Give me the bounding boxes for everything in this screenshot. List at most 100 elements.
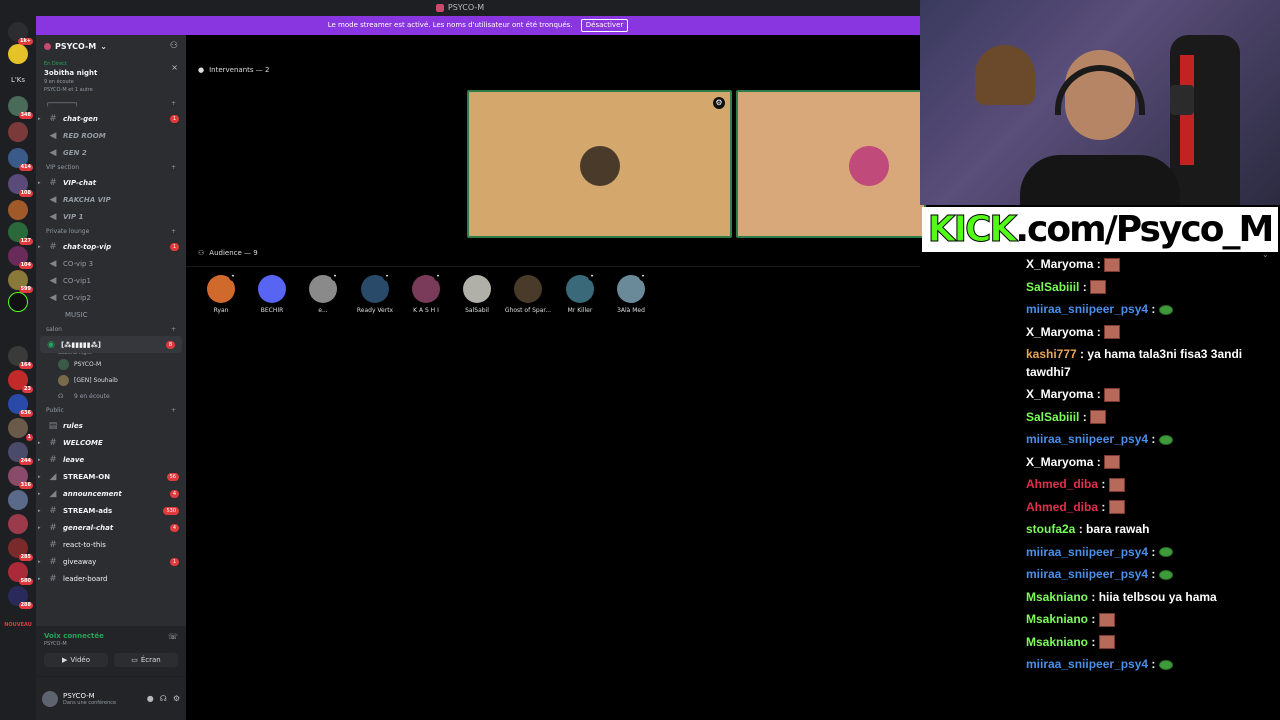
server-icon[interactable]	[8, 122, 28, 142]
server-icon[interactable]: 636	[8, 394, 33, 417]
server-icon[interactable]: 348	[8, 96, 33, 119]
live-stage-card[interactable]: En Direct 3obitha night 9 en écoute PSYC…	[36, 57, 186, 97]
chat-username[interactable]: miiraa_sniipeer_psy4	[1026, 657, 1148, 671]
audience-member[interactable]: • Ryan	[196, 273, 246, 314]
kick-server-icon[interactable]	[8, 292, 28, 312]
chat-username[interactable]: stoufa2a	[1026, 522, 1075, 536]
channel-leave[interactable]: ▸ # leave	[36, 451, 186, 468]
headphones-icon[interactable]: ☊	[160, 694, 167, 703]
audience-member[interactable]: • e...	[298, 273, 348, 314]
channel-co-vip3[interactable]: ◀ CO-vip 3	[36, 255, 186, 272]
channel-red-room[interactable]: ◀ RED ROOM	[36, 127, 186, 144]
disable-streamer-mode-button[interactable]: Désactiver	[580, 19, 629, 32]
category-header[interactable]: salon +	[36, 323, 186, 336]
speaker-tile[interactable]	[736, 90, 926, 238]
chat-username[interactable]: SalSabiiil	[1026, 280, 1079, 294]
close-icon[interactable]: ×	[171, 63, 178, 72]
emote-icon	[1104, 455, 1121, 470]
server-logo-icon	[44, 42, 51, 50]
video-button[interactable]: ▶ Vidéo	[44, 653, 108, 667]
audience-member[interactable]: • 3Alà Med	[606, 273, 656, 314]
chat-username[interactable]: miiraa_sniipeer_psy4	[1026, 432, 1148, 446]
server-icon[interactable]: 104	[8, 246, 33, 269]
speaker-tile[interactable]: ⚙	[467, 90, 732, 238]
avatar[interactable]	[42, 690, 58, 707]
chat-username[interactable]: Ahmed_diba	[1026, 477, 1098, 491]
category-header[interactable]: Public +	[36, 404, 186, 417]
settings-icon[interactable]: ⚙	[713, 97, 725, 109]
audience-member[interactable]: Ghost of Spar...	[503, 275, 553, 314]
disconnect-icon[interactable]: ☏	[168, 632, 178, 647]
chat-username[interactable]: miiraa_sniipeer_psy4	[1026, 545, 1148, 559]
screen-share-button[interactable]: ▭ Écran	[114, 653, 178, 667]
server-icon[interactable]: 316	[8, 466, 33, 489]
category-name: Private lounge	[46, 228, 90, 235]
channel-rakcha-vip[interactable]: ◀ RAKCHA VIP	[36, 191, 186, 208]
add-member-icon[interactable]: ⚇	[170, 41, 178, 51]
channel-gen2[interactable]: ◀ GEN 2	[36, 144, 186, 161]
chat-username[interactable]: Ahmed_diba	[1026, 500, 1098, 514]
stage-user[interactable]: PSYCO-M	[36, 356, 186, 372]
chat-username[interactable]: Msakniano	[1026, 635, 1088, 649]
channel-vip-chat[interactable]: ▸ # VIP-chat	[36, 174, 186, 191]
channel-rules[interactable]: ▤ rules	[36, 417, 186, 434]
microphone-icon[interactable]: ●	[147, 694, 154, 703]
server-icon[interactable]: 1	[8, 418, 33, 441]
gear-icon[interactable]: ⚙	[173, 694, 180, 703]
server-icon[interactable]: 285	[8, 538, 33, 561]
server-icon[interactable]: 580	[8, 562, 33, 585]
server-icon[interactable]: 127	[8, 222, 33, 245]
badge: 244	[18, 458, 33, 465]
audience-member[interactable]: SalSabil	[452, 275, 502, 314]
chat-username[interactable]: X_Maryoma	[1026, 455, 1093, 469]
channel-stream-ads[interactable]: ▸ # STREAM-ads 530	[36, 502, 186, 519]
chat-username[interactable]: Msakniano	[1026, 612, 1088, 626]
stage-user[interactable]: [GEN] Souhaib	[36, 372, 186, 388]
channel-music[interactable]: MUSIC	[36, 306, 186, 323]
chat-username[interactable]: X_Maryoma	[1026, 325, 1093, 339]
chat-username[interactable]: miiraa_sniipeer_psy4	[1026, 302, 1148, 316]
channel-chat-top-vip[interactable]: ▸ # chat-top-vip 1	[36, 238, 186, 255]
server-icon[interactable]: 108	[8, 174, 33, 197]
direct-messages-icon[interactable]: 1k+	[8, 22, 33, 45]
chat-username[interactable]: kashi777	[1026, 347, 1077, 361]
server-icon[interactable]: 288	[8, 586, 33, 609]
channel-vip1[interactable]: ◀ VIP 1	[36, 208, 186, 225]
chat-username[interactable]: Msakniano	[1026, 590, 1088, 604]
category-header[interactable]: VIP section +	[36, 161, 186, 174]
channel-chat-gen[interactable]: ▸ # chat-gen 1	[36, 110, 186, 127]
channel-react-to-this[interactable]: # react-to-this	[36, 536, 186, 553]
server-icon[interactable]	[8, 200, 28, 220]
server-header[interactable]: PSYCO-M ⌄ ⚇	[36, 35, 186, 57]
badge: •	[229, 273, 237, 281]
audience-member[interactable]: • Mr Killer	[555, 273, 605, 314]
channel-general-chat[interactable]: ▸ # general-chat 4	[36, 519, 186, 536]
chat-username[interactable]: miiraa_sniipeer_psy4	[1026, 567, 1148, 581]
audience-member[interactable]: BECHIR	[247, 275, 297, 314]
channel-welcome[interactable]: ▸ # WELCOME	[36, 434, 186, 451]
chat-username[interactable]: X_Maryoma	[1026, 257, 1093, 271]
server-icon[interactable]: 23	[8, 370, 33, 393]
channel-stream-on[interactable]: ▸ ◢ STREAM-ON 56	[36, 468, 186, 485]
server-icon[interactable]: 164	[8, 346, 33, 369]
audience-member[interactable]: • K A S H I	[401, 273, 451, 314]
server-icon[interactable]	[8, 514, 28, 534]
channel-announcement[interactable]: ▸ ◢ announcement 4	[36, 485, 186, 502]
category-header[interactable]: ┌───────┐ +	[36, 97, 186, 110]
server-icon[interactable]: 414	[8, 148, 33, 171]
channel-giveaway[interactable]: ▸ # giveaway 1	[36, 553, 186, 570]
server-icon[interactable]: 244	[8, 442, 33, 465]
channel-leader-board[interactable]: ▸ # leader-board	[36, 570, 186, 587]
separator: :	[1088, 634, 1099, 649]
chat-username[interactable]: X_Maryoma	[1026, 387, 1093, 401]
category-header[interactable]: Private lounge +	[36, 225, 186, 238]
channel-co-vip2[interactable]: ◀ CO-vip2	[36, 289, 186, 306]
server-icon[interactable]	[8, 490, 28, 510]
server-icon[interactable]: 599	[8, 270, 33, 293]
server-icon[interactable]	[8, 44, 28, 64]
audience-member[interactable]: • Ready Vertx	[350, 273, 400, 314]
channel-stage-active[interactable]: ◉ [⁂▮▮▮▮▮⁂] 8	[40, 336, 182, 353]
channel-co-vip1[interactable]: ◀ CO-vip1	[36, 272, 186, 289]
headphones-icon: ☊	[58, 392, 64, 400]
chat-username[interactable]: SalSabiiil	[1026, 410, 1079, 424]
